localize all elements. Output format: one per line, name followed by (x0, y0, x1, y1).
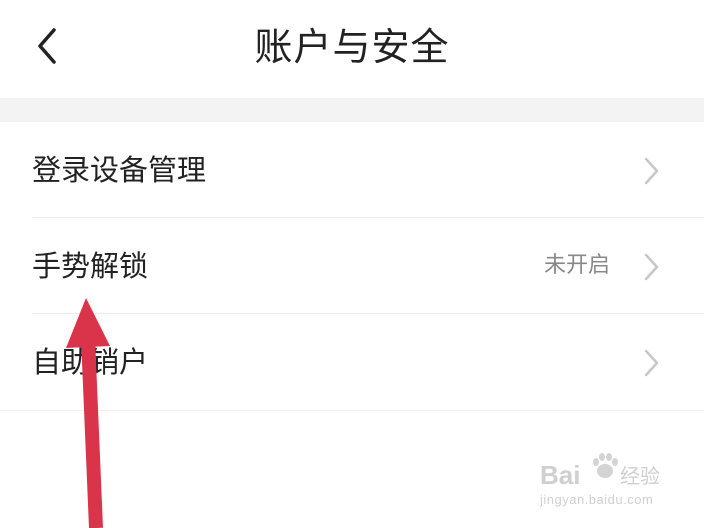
chevron-right-icon (644, 253, 659, 281)
list-item-label: 手势解锁 (32, 249, 149, 283)
section-gap (0, 98, 704, 122)
watermark-brand-cn: 经验 (620, 464, 660, 488)
watermark: Bai 经验 jingyan.baidu.com (538, 452, 688, 514)
list-item-label: 自助销户 (32, 345, 149, 379)
nav-bar: 账户与安全 (0, 0, 704, 98)
list-item-label: 登录设备管理 (32, 153, 207, 187)
watermark-brand: Bai (540, 460, 581, 490)
status-value: 未开启 (543, 253, 610, 278)
chevron-right-icon (644, 349, 659, 377)
list-item-gesture-unlock[interactable]: 手势解锁 未开启 (0, 218, 704, 314)
chevron-right-icon (644, 157, 659, 185)
list-item-device-management[interactable]: 登录设备管理 (0, 122, 704, 218)
page-title: 账户与安全 (254, 25, 450, 69)
divider (0, 410, 704, 411)
watermark-url: jingyan.baidu.com (540, 492, 654, 507)
paw-icon (593, 453, 618, 478)
list-item-account-deletion[interactable]: 自助销户 (0, 314, 704, 410)
settings-list: 登录设备管理 手势解锁 未开启 自助销户 (0, 122, 704, 410)
